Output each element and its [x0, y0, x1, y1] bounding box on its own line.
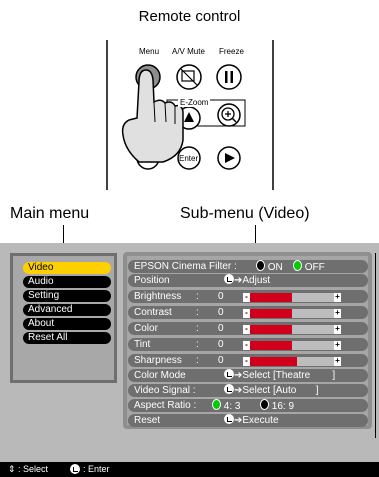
video-signal-row[interactable]: Video Signal : ➔Select [Auto ]: [128, 384, 368, 397]
contrast-row[interactable]: Contrast : 0 - +: [128, 306, 368, 319]
tint-row[interactable]: Tint : 0 - +: [128, 338, 368, 351]
color-slider[interactable]: - +: [243, 325, 341, 334]
video-signal-value: Select [Auto ]: [242, 385, 319, 396]
position-label: Position: [134, 275, 170, 286]
tint-value: 0: [218, 339, 224, 350]
aspect-ratio-label: Aspect Ratio :: [134, 400, 197, 411]
plus-icon: +: [334, 324, 341, 334]
aspect-43-option[interactable]: 4: 3: [212, 399, 240, 413]
av-mute-label: A/V Mute: [172, 47, 205, 56]
enter-icon: [224, 414, 234, 424]
sharpness-slider[interactable]: - +: [243, 357, 341, 366]
plus-icon: +: [334, 292, 341, 302]
aspect-169-option[interactable]: 16: 9: [260, 399, 294, 413]
color-mode-row[interactable]: Color Mode ➔Select [Theatre ]: [128, 369, 368, 382]
aspect-ratio-row[interactable]: Aspect Ratio : 4: 3 16: 9: [128, 399, 368, 412]
page-title: Remote control: [138, 8, 241, 25]
radio-icon: [293, 260, 302, 271]
color-mode-label: Color Mode: [134, 370, 186, 381]
brightness-row[interactable]: Brightness : 0 - +: [128, 290, 368, 303]
minus-icon: -: [243, 341, 250, 350]
color-row[interactable]: Color : 0 - +: [128, 322, 368, 335]
ezoom-label: E-Zoom: [178, 98, 211, 107]
color-value: 0: [218, 323, 224, 334]
cinema-filter-label: EPSON Cinema Filter :: [134, 261, 237, 272]
sharpness-value: 0: [218, 355, 224, 366]
plus-icon: +: [334, 308, 341, 318]
sub-menu-caption: Sub-menu (Video): [180, 205, 310, 222]
color-mode-value: Select [Theatre ]: [242, 370, 336, 381]
position-value: Adjust: [242, 275, 271, 286]
sharpness-row[interactable]: Sharpness : 0 - +: [128, 354, 368, 367]
enter-icon: [224, 384, 234, 394]
minus-icon: -: [243, 309, 250, 318]
enter-label: Enter: [179, 154, 199, 163]
menu-item-setting[interactable]: Setting: [23, 290, 111, 302]
enter-icon: [224, 274, 234, 284]
help-bar: ⇕ : Select : Enter: [0, 462, 379, 477]
cinema-filter-off-option[interactable]: OFF: [293, 260, 325, 274]
reset-label: Reset: [134, 415, 161, 426]
help-select-text: : Select: [18, 464, 49, 474]
minus-icon: -: [243, 325, 250, 334]
menu-item-advanced[interactable]: Advanced: [23, 304, 111, 316]
contrast-value: 0: [218, 307, 224, 318]
cinema-filter-row[interactable]: EPSON Cinema Filter : ON OFF: [128, 260, 368, 273]
reset-value: Execute: [242, 415, 279, 426]
tint-slider[interactable]: - +: [243, 341, 341, 350]
contrast-slider[interactable]: - +: [243, 309, 341, 318]
minus-icon: -: [243, 357, 250, 366]
brightness-label: Brightness: [134, 291, 182, 302]
enter-icon: [70, 464, 80, 474]
menu-label: Menu: [139, 47, 160, 56]
freeze-button[interactable]: [216, 64, 242, 90]
freeze-label: Freeze: [219, 47, 244, 56]
sub-menu-bracket: [365, 253, 376, 438]
radio-selected-icon: [256, 260, 265, 271]
remote-control: [95, 40, 285, 190]
plus-icon: +: [334, 340, 341, 350]
enter-icon: [224, 369, 234, 379]
pause-icon: [225, 71, 228, 83]
menu-item-reset-all[interactable]: Reset All: [23, 332, 111, 344]
video-signal-label: Video Signal :: [134, 385, 196, 396]
aspect-43-label: 4: 3: [223, 401, 241, 412]
aspect-169-label: 16: 9: [271, 401, 295, 412]
plus-icon: +: [334, 356, 341, 366]
color-label: Color: [134, 323, 158, 334]
sharpness-label: Sharpness: [134, 355, 182, 366]
menu-item-audio[interactable]: Audio: [23, 276, 111, 288]
tint-label: Tint: [134, 339, 151, 350]
zoom-in-button[interactable]: [217, 103, 241, 127]
cinema-filter-on-option[interactable]: ON: [256, 260, 283, 274]
main-menu-caption: Main menu: [10, 205, 90, 222]
cinema-off-label: OFF: [304, 262, 325, 273]
brightness-value: 0: [218, 291, 224, 302]
updown-icon: ⇕: [8, 464, 16, 474]
menu-item-about[interactable]: About: [23, 318, 111, 330]
brightness-slider[interactable]: - +: [243, 293, 341, 302]
minus-icon: -: [243, 293, 250, 302]
radio-selected-icon: [260, 399, 269, 410]
contrast-label: Contrast: [134, 307, 172, 318]
radio-icon: [212, 399, 221, 410]
help-enter-text: : Enter: [83, 464, 110, 474]
position-row[interactable]: Position ➔Adjust: [128, 274, 368, 287]
reset-row[interactable]: Reset ➔Execute: [128, 414, 368, 427]
menu-item-video[interactable]: Video: [23, 262, 111, 274]
cinema-on-label: ON: [267, 262, 283, 273]
